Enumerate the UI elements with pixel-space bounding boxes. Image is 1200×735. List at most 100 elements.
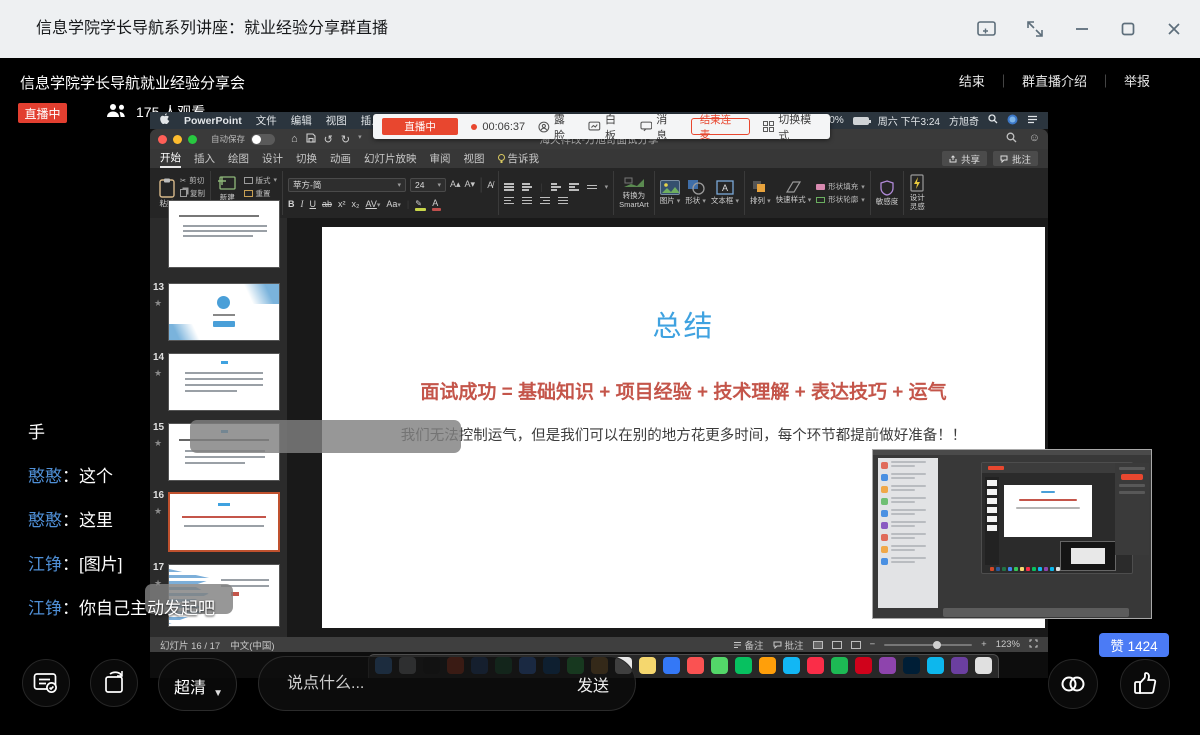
bullets-button[interactable] [504, 183, 514, 191]
indent-decrease-button[interactable] [551, 183, 561, 191]
tab-design[interactable]: 设计 [262, 151, 283, 166]
mac-menu-view[interactable]: 视图 [326, 113, 347, 128]
char-spacing-button[interactable]: AV▾ [366, 199, 381, 209]
send-button[interactable]: 发送 [577, 672, 609, 696]
fullscreen-icon[interactable] [1026, 20, 1044, 38]
highlight-color-button[interactable]: ✎ [415, 198, 426, 211]
zoom-in-button[interactable]: + [981, 639, 987, 650]
comments-button[interactable]: 批注 [993, 151, 1038, 166]
close-window-light[interactable] [158, 135, 167, 144]
picture-button[interactable]: 图片 ▾ [660, 180, 681, 206]
autosave-toggle[interactable] [251, 134, 275, 145]
shape-outline-button[interactable]: 形状轮廓▾ [816, 194, 865, 205]
chevron-down-icon[interactable]: ▾ [358, 133, 362, 146]
search-icon[interactable] [1006, 132, 1017, 146]
normal-view-icon[interactable] [813, 641, 823, 649]
justify-button[interactable] [558, 197, 568, 205]
notes-toggle[interactable]: 备注 [733, 638, 764, 652]
shapes-button[interactable]: 形状 ▾ [685, 179, 706, 206]
arrange-button[interactable]: 排列 ▾ [750, 180, 771, 206]
maximize-window-light[interactable] [188, 135, 197, 144]
slide-sorter-view-icon[interactable] [832, 641, 842, 649]
mac-menu-app[interactable]: PowerPoint [184, 115, 242, 127]
grow-font-button[interactable]: A▴ [450, 179, 461, 190]
tab-home[interactable]: 开始 [160, 150, 181, 168]
textbox-button[interactable]: A 文本框 ▾ [711, 180, 739, 206]
minimize-window-light[interactable] [173, 135, 182, 144]
quick-styles-button[interactable]: 快速样式 ▾ [776, 180, 812, 205]
slide-thumbnail-13[interactable] [168, 283, 280, 341]
tab-transitions[interactable]: 切换 [296, 151, 317, 166]
subscript-button[interactable]: x₂ [352, 199, 360, 209]
language-indicator[interactable]: 中文(中国) [230, 638, 274, 652]
bold-button[interactable]: B [288, 199, 295, 209]
reset-button[interactable]: 重置 [244, 188, 278, 199]
end-link-mic-button[interactable]: 结束连麦 [691, 118, 750, 135]
comments-toggle[interactable]: 批注 [773, 638, 804, 652]
align-right-button[interactable] [540, 197, 550, 205]
slide-thumbnail-12[interactable] [168, 200, 280, 268]
show-face-button[interactable]: 露脸 [538, 111, 575, 143]
underline-button[interactable]: U [310, 199, 317, 209]
strikethrough-button[interactable]: ab [322, 199, 332, 209]
control-center-icon[interactable] [1027, 115, 1038, 127]
minimize-icon[interactable] [1074, 21, 1090, 37]
font-name-select[interactable]: 苹方-简▾ [288, 178, 406, 192]
messages-button[interactable]: 消息 [640, 111, 678, 143]
design-ideas-button[interactable]: 设计灵感 [909, 174, 925, 211]
sensitivity-button[interactable]: 敏感度 [876, 180, 899, 207]
tab-animations[interactable]: 动画 [330, 151, 351, 166]
convert-smartart-button[interactable]: 转换为SmartArt [619, 176, 649, 209]
layout-button[interactable]: 版式▾ [244, 175, 278, 186]
cut-button[interactable]: ✂剪切 [180, 175, 205, 186]
link-mic-button[interactable] [1048, 659, 1098, 709]
indent-increase-button[interactable] [569, 183, 579, 191]
tab-view[interactable]: 视图 [464, 151, 485, 166]
mac-menu-file[interactable]: 文件 [256, 113, 277, 128]
feedback-smiley-icon[interactable]: ☺ [1029, 132, 1040, 146]
share-button[interactable]: 共享 [942, 151, 987, 166]
quality-selector[interactable]: 超清 ▼ [158, 658, 237, 711]
copy-button[interactable]: 复制 [180, 188, 205, 199]
report-button[interactable]: 举报 [1124, 71, 1150, 90]
save-icon[interactable] [306, 133, 316, 146]
line-spacing-button[interactable] [587, 185, 597, 190]
font-color-button[interactable]: A [432, 198, 441, 211]
shrink-font-button[interactable]: A▾ [465, 179, 476, 190]
rotate-screen-button[interactable] [90, 659, 138, 707]
home-icon[interactable]: ⌂ [291, 133, 298, 146]
chat-input-pill[interactable]: 发送 [258, 656, 636, 711]
switch-mode-button[interactable]: 切换模式 [763, 111, 821, 143]
superscript-button[interactable]: x² [338, 199, 346, 209]
mac-menu-edit[interactable]: 编辑 [291, 113, 312, 128]
zoom-level[interactable]: 123% [996, 639, 1020, 650]
zoom-out-button[interactable]: − [870, 639, 876, 650]
end-stream-button[interactable]: 结束 [959, 71, 985, 90]
whiteboard-button[interactable]: 白板 [588, 111, 626, 143]
tab-draw[interactable]: 绘图 [228, 151, 249, 166]
fit-slide-icon[interactable] [1029, 639, 1038, 651]
clear-format-button[interactable]: A̸ [487, 180, 493, 190]
spotlight-icon[interactable] [988, 114, 998, 127]
shape-fill-button[interactable]: 形状填充▾ [816, 181, 865, 192]
change-case-button[interactable]: Aa▾ [386, 199, 401, 209]
tab-review[interactable]: 审阅 [430, 151, 451, 166]
align-left-button[interactable] [504, 197, 514, 205]
italic-button[interactable]: I [301, 199, 304, 209]
stream-intro-button[interactable]: 群直播介绍 [1022, 71, 1087, 90]
undo-icon[interactable]: ↺ [324, 133, 333, 146]
numbering-button[interactable] [522, 183, 532, 191]
siri-icon[interactable] [1007, 114, 1018, 128]
tab-insert[interactable]: 插入 [194, 151, 215, 166]
maximize-icon[interactable] [1120, 21, 1136, 37]
font-size-select[interactable]: 24▾ [410, 178, 446, 192]
chat-input[interactable] [285, 674, 567, 694]
pip-preview[interactable] [872, 449, 1152, 619]
redo-icon[interactable]: ↻ [341, 133, 350, 146]
slide-thumbnail-14[interactable] [168, 353, 280, 411]
comment-settings-button[interactable] [22, 659, 70, 707]
mac-user[interactable]: 方旭奇 [949, 113, 979, 128]
like-button[interactable] [1120, 659, 1170, 709]
slideshow-view-icon[interactable] [851, 641, 861, 649]
align-center-button[interactable] [522, 197, 532, 205]
